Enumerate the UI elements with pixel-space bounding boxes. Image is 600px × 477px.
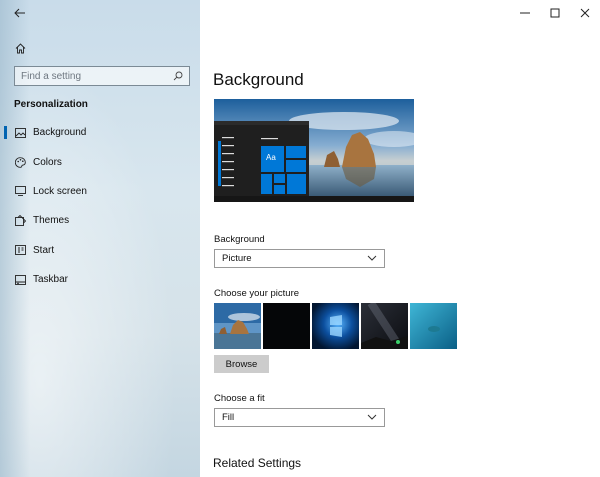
back-button[interactable] xyxy=(8,4,32,22)
sidebar-item-themes[interactable]: Themes xyxy=(0,206,200,235)
search-icon[interactable] xyxy=(173,71,183,81)
thumbnail-dark[interactable] xyxy=(263,303,310,349)
search-box[interactable] xyxy=(14,66,190,86)
browse-button[interactable]: Browse xyxy=(214,355,269,373)
sidebar-item-label: Start xyxy=(33,244,55,256)
sidebar: Personalization Background Colors Lock s… xyxy=(0,0,200,477)
fit-dropdown[interactable]: Fill xyxy=(214,408,385,427)
sidebar-item-label: Lock screen xyxy=(33,185,87,197)
content-panel: Background Aa Background Picture Choose … xyxy=(200,0,600,477)
sidebar-item-background[interactable]: Background xyxy=(0,118,200,147)
window-controls xyxy=(510,0,600,26)
maximize-icon xyxy=(550,8,560,18)
picture-icon xyxy=(14,127,26,139)
back-arrow-icon xyxy=(14,8,25,18)
start-icon xyxy=(14,244,26,256)
home-icon xyxy=(15,42,25,53)
chevron-down-icon xyxy=(367,414,377,420)
sidebar-item-label: Taskbar xyxy=(33,274,69,286)
section-title: Personalization xyxy=(14,99,88,110)
sidebar-item-label: Colors xyxy=(33,156,62,168)
search-input[interactable] xyxy=(21,70,173,82)
lock-screen-icon xyxy=(14,185,26,197)
sidebar-item-taskbar[interactable]: Taskbar xyxy=(0,265,200,294)
minimize-icon xyxy=(520,12,530,14)
maximize-button[interactable] xyxy=(540,0,570,26)
sidebar-item-lock-screen[interactable]: Lock screen xyxy=(0,177,200,206)
background-preview: Aa xyxy=(214,99,414,202)
thumbnail-rock-arch[interactable] xyxy=(214,303,261,349)
themes-icon xyxy=(14,215,26,227)
preview-landscape-image xyxy=(214,99,414,202)
fit-dropdown-value: Fill xyxy=(222,412,235,423)
minimize-button[interactable] xyxy=(510,0,540,26)
preview-tile-text: Aa xyxy=(266,153,276,162)
choose-picture-label: Choose your picture xyxy=(214,288,300,299)
sidebar-item-label: Themes xyxy=(33,215,70,227)
close-button[interactable] xyxy=(570,0,600,26)
page-title: Background xyxy=(213,70,304,89)
choose-fit-label: Choose a fit xyxy=(214,393,265,404)
sidebar-item-start[interactable]: Start xyxy=(0,236,200,265)
background-dropdown[interactable]: Picture xyxy=(214,249,385,268)
nav-list: Background Colors Lock screen Themes Sta… xyxy=(0,118,200,294)
picture-thumbnails xyxy=(214,303,457,349)
close-icon xyxy=(580,8,590,18)
related-settings-heading: Related Settings xyxy=(213,456,302,470)
home-button[interactable] xyxy=(12,40,28,56)
background-dropdown-value: Picture xyxy=(222,253,252,264)
sidebar-item-colors[interactable]: Colors xyxy=(0,147,200,176)
thumbnail-underwater[interactable] xyxy=(410,303,457,349)
chevron-down-icon xyxy=(367,255,377,261)
palette-icon xyxy=(14,156,26,168)
sidebar-item-label: Background xyxy=(33,127,87,139)
background-label: Background xyxy=(214,234,265,245)
taskbar-icon xyxy=(14,274,26,286)
thumbnail-windows-light[interactable] xyxy=(312,303,359,349)
thumbnail-night-sky[interactable] xyxy=(361,303,408,349)
